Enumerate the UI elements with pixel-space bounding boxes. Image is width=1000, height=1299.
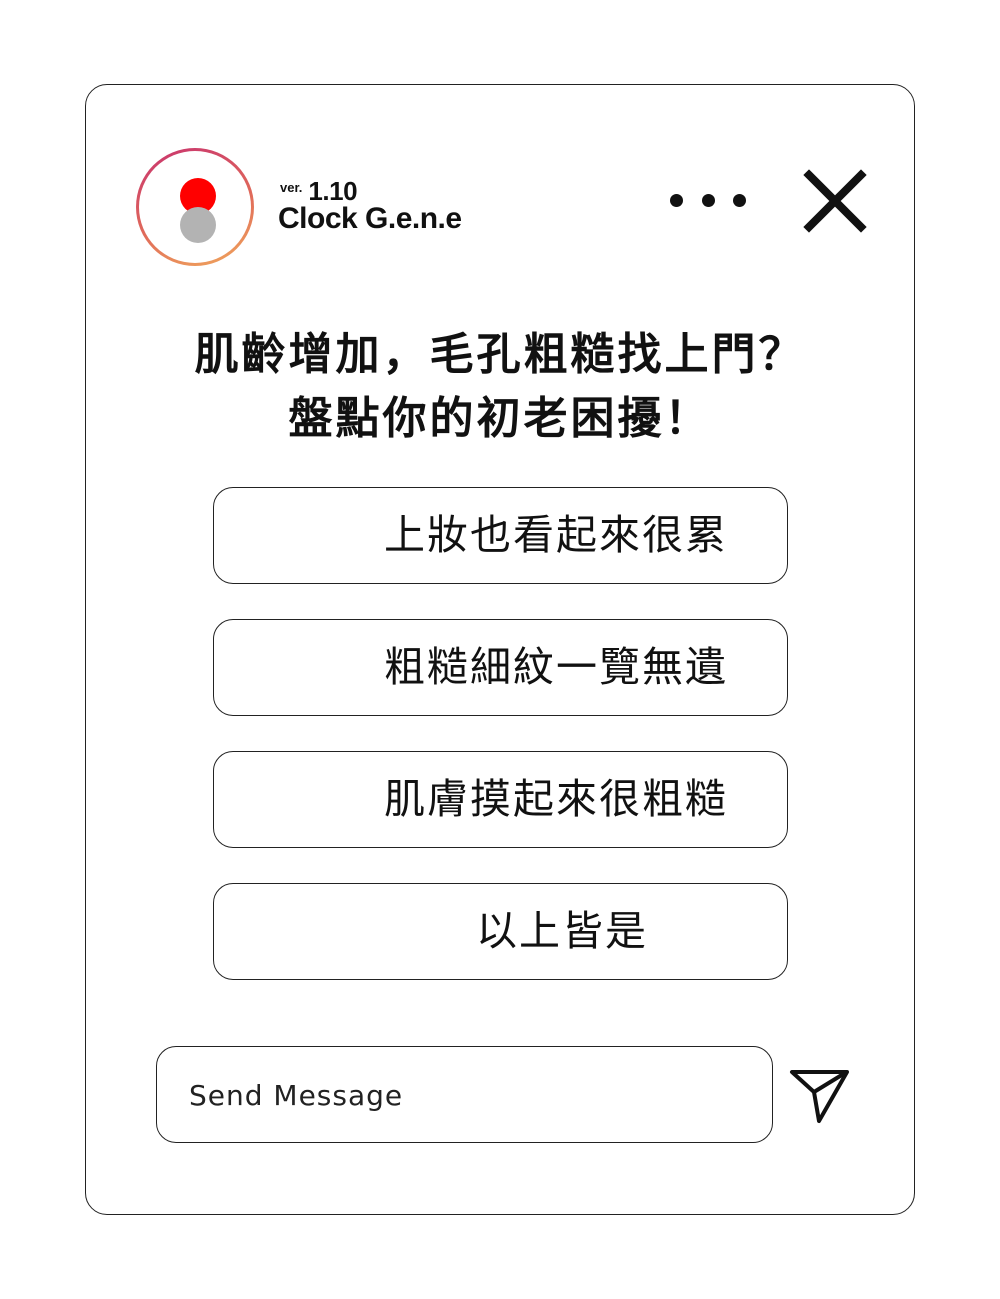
- option-label: 上妝也看起來很累: [384, 511, 728, 559]
- option-button-3[interactable]: 肌膚摸起來很粗糙: [213, 751, 788, 848]
- close-icon: [803, 169, 867, 233]
- more-dot-icon: [702, 194, 715, 207]
- option-label: 以上皆是: [476, 907, 648, 955]
- message-input[interactable]: [189, 1075, 729, 1115]
- option-label: 粗糙細紋一覽無遺: [384, 643, 728, 691]
- message-composer: [156, 1046, 773, 1143]
- app-name: Clock G.e.n.e: [278, 202, 462, 235]
- option-button-2[interactable]: 粗糙細紋一覽無遺: [213, 619, 788, 716]
- app-avatar: [136, 148, 254, 266]
- version-prefix: ver.: [280, 180, 303, 195]
- headline-line-1: 肌齡增加，毛孔粗糙找上門？: [194, 329, 806, 380]
- headline-line-2: 盤點你的初老困擾！: [288, 393, 712, 444]
- option-button-4[interactable]: 以上皆是: [213, 883, 788, 980]
- more-dot-icon: [670, 194, 683, 207]
- paper-plane-icon: [790, 1070, 849, 1123]
- close-button[interactable]: [800, 166, 870, 236]
- more-dot-icon: [733, 194, 746, 207]
- avatar-inner: [139, 151, 251, 263]
- more-options-button[interactable]: [663, 185, 755, 215]
- option-button-1[interactable]: 上妝也看起來很累: [213, 487, 788, 584]
- option-label: 肌膚摸起來很粗糙: [384, 775, 728, 823]
- send-button[interactable]: [788, 1066, 852, 1126]
- logo-dot-gray: [180, 207, 216, 243]
